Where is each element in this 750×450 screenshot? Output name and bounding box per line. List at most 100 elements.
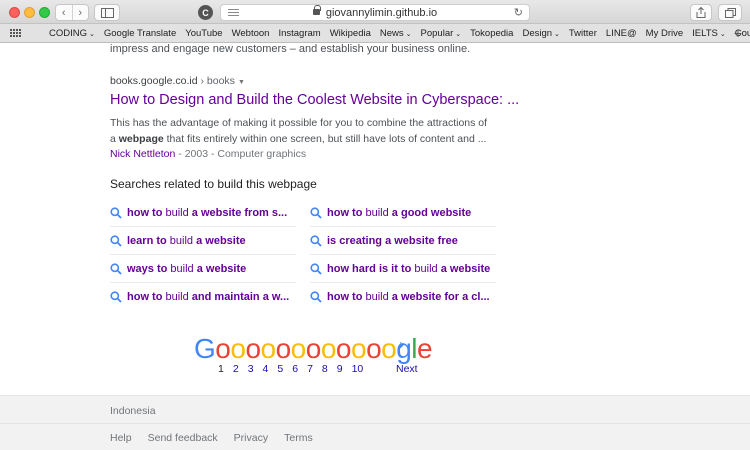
related-search-link[interactable]: ways to build a website (110, 255, 296, 283)
bookmark-item[interactable]: Instagram (278, 28, 320, 39)
desc-text-after: that fits entirely within one screen, bu… (163, 133, 487, 145)
related-bold-part: a website from s... (191, 206, 288, 219)
bookmark-item[interactable]: Wikipedia (330, 28, 371, 39)
show-tabs-button[interactable] (718, 4, 742, 21)
related-bold-part: and maintain a w... (191, 291, 290, 303)
bookmark-item[interactable]: My Drive (646, 28, 683, 39)
page-number-link[interactable]: 5 (277, 363, 283, 375)
tabs-overview-icon (724, 7, 736, 18)
meta-text: - 2003 - Computer graphics (175, 148, 307, 160)
chevron-down-icon: ⌄ (405, 31, 412, 38)
bookmark-label: Webtoon (231, 28, 270, 39)
related-bold-part: how to (327, 291, 363, 303)
related-search-link[interactable]: how hard is it to build a website (310, 255, 496, 283)
author-link[interactable]: Nick Nettleton (110, 148, 175, 160)
page-number-link[interactable]: 7 (307, 363, 313, 375)
page-number-link[interactable]: 3 (248, 363, 254, 375)
previous-result-snippet: impress and engage new customers – and e… (110, 43, 471, 55)
related-search-link[interactable]: how to build a website for a cl... (310, 283, 496, 311)
bookmark-label: Wikipedia (329, 28, 371, 39)
related-bold-part: how to (127, 206, 163, 219)
page-number-link[interactable]: 6 (292, 363, 298, 375)
bookmark-item[interactable]: LINE@ (606, 28, 637, 39)
minimize-window-button[interactable] (24, 7, 35, 18)
bookmark-label: Instagram (278, 28, 321, 39)
bookmark-item[interactable]: Webtoon (232, 28, 270, 39)
address-bar[interactable]: giovannylimin.github.io ↻ (220, 4, 530, 21)
related-search-link[interactable]: how to build and maintain a w... (110, 283, 296, 311)
related-plain-part: build (162, 291, 192, 303)
related-bold-part: is creating a website free (327, 234, 458, 247)
extension-icon[interactable]: C (198, 5, 213, 20)
related-bold-part: ways to (127, 262, 168, 275)
bookmark-item[interactable]: IELTS ⌄ (692, 28, 726, 39)
related-search-text: how hard is it to build a website (327, 263, 490, 275)
related-search-text: learn to build a website (127, 235, 246, 247)
page-number-link[interactable]: 10 (352, 363, 364, 375)
footer-link[interactable]: Help (110, 432, 132, 444)
bookmark-label: LINE@ (605, 28, 637, 39)
lock-icon (312, 5, 321, 16)
page-number-link[interactable]: 8 (322, 363, 328, 375)
related-plain-part: build (166, 234, 197, 247)
bookmark-item[interactable]: Popular ⌄ (421, 28, 462, 39)
bookmark-item[interactable]: Design ⌄ (522, 28, 559, 39)
url-text: giovannylimin.github.io (325, 7, 438, 19)
related-bold-part: how to (327, 206, 363, 219)
page-number-list: 1 2 3 4 5 6 7 8 9 10 (218, 363, 372, 375)
top-sites-grid-icon[interactable] (10, 29, 21, 37)
related-search-text: how to build a website from s... (127, 207, 287, 219)
bookmark-item[interactable]: News ⌄ (380, 28, 412, 39)
page-number-link[interactable]: 9 (337, 363, 343, 375)
footer-link[interactable]: Send feedback (148, 432, 218, 444)
footer-link[interactable]: Privacy (234, 432, 268, 444)
search-result: books.google.co.id › books ▼ How to Desig… (110, 75, 530, 160)
back-forward-group: ‹ › (55, 4, 89, 21)
chevron-down-icon: ⌄ (89, 31, 95, 38)
page-number-link[interactable]: 2 (233, 363, 239, 375)
share-icon (696, 7, 706, 18)
country-label: Indonesia (110, 405, 156, 417)
bookmark-item[interactable]: CODING ⌄ (49, 28, 95, 39)
search-icon (310, 234, 322, 247)
related-search-link[interactable]: learn to build a website (110, 227, 296, 255)
result-description: This has the advantage of making it poss… (110, 115, 490, 147)
footer-links: Help Send feedback Privacy Terms (110, 432, 329, 444)
sidebar-toggle-button[interactable] (94, 4, 120, 21)
related-bold-part: a website for a cl... (391, 291, 490, 303)
cite-dropdown-icon[interactable]: ▼ (238, 79, 245, 86)
forward-button[interactable]: › (73, 5, 89, 20)
share-button[interactable] (690, 4, 712, 21)
bookmark-item[interactable]: Twitter (569, 28, 597, 39)
related-bold-part: learn to (127, 234, 167, 247)
zoom-window-button[interactable] (39, 7, 50, 18)
reload-icon[interactable]: ↻ (514, 6, 523, 19)
add-bookmark-plus-icon[interactable]: + (734, 25, 742, 41)
related-search-link[interactable]: is creating a website free (310, 227, 496, 255)
chevron-down-icon: ⌄ (554, 31, 560, 38)
page-number-link[interactable]: 4 (263, 363, 269, 375)
search-icon (310, 291, 322, 303)
bookmark-item[interactable]: Google Translate (104, 28, 176, 39)
bookmark-item[interactable]: Tokopedia (470, 28, 513, 39)
search-results-page: impress and engage new customers – and e… (0, 43, 750, 450)
footer-link[interactable]: Terms (284, 432, 313, 444)
close-window-button[interactable] (9, 7, 20, 18)
bookmark-label: Tokopedia (470, 28, 514, 39)
related-plain-part: build (167, 262, 197, 275)
bookmarks-bar: CODING ⌄ Google Translate YouTube Webtoon Ins… (0, 24, 750, 43)
next-page-link[interactable]: Next (396, 363, 418, 375)
page-number-link: 1 (218, 363, 224, 375)
related-searches-grid: how to build a website from s... how to b… (110, 199, 496, 311)
back-button[interactable]: ‹ (56, 5, 73, 20)
related-search-text: how to build a website for a cl... (327, 291, 490, 303)
related-bold-part: a website (440, 262, 491, 275)
result-title-link[interactable]: How to Design and Build the Coolest Webs… (110, 92, 530, 108)
next-arrow-icon[interactable]: › (399, 336, 404, 353)
pagination: Goooooooooooogle › 1 2 3 4 5 6 7 8 9 10 Next (194, 333, 433, 375)
bookmark-label: Google Translate (103, 28, 177, 39)
related-search-link[interactable]: how to build a good website (310, 199, 496, 227)
related-search-text: how to build a good website (327, 207, 471, 219)
bookmark-item[interactable]: YouTube (185, 28, 222, 39)
related-search-link[interactable]: how to build a website from s... (110, 199, 296, 227)
